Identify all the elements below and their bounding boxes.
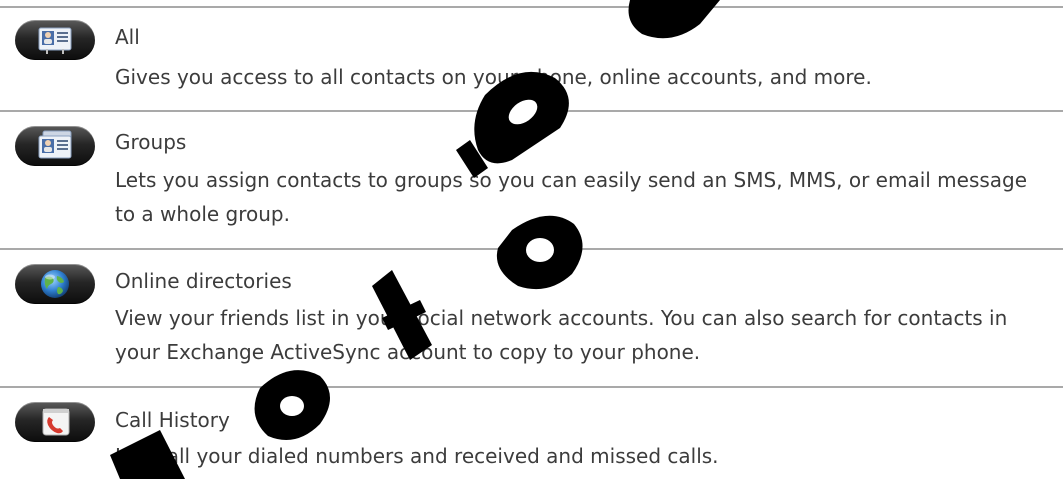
divider [0,110,1063,112]
item-title: Call History [115,408,230,432]
divider [0,248,1063,250]
divider [0,386,1063,388]
item-description: Lets you assign contacts to groups so yo… [115,168,1028,226]
item-title: Online directories [115,269,292,293]
item-title: Groups [115,130,187,154]
item-description: Lists all your dialed numbers and receiv… [115,444,719,468]
item-title: All [115,25,140,49]
divider [0,6,1063,8]
contact-card-icon [15,20,95,60]
item-description: Gives you access to all contacts on your… [115,65,872,89]
call-history-icon [15,402,95,442]
item-description: View your friends list in your social ne… [115,306,1008,364]
contact-cards-stack-icon [15,126,95,166]
globe-icon [15,264,95,304]
